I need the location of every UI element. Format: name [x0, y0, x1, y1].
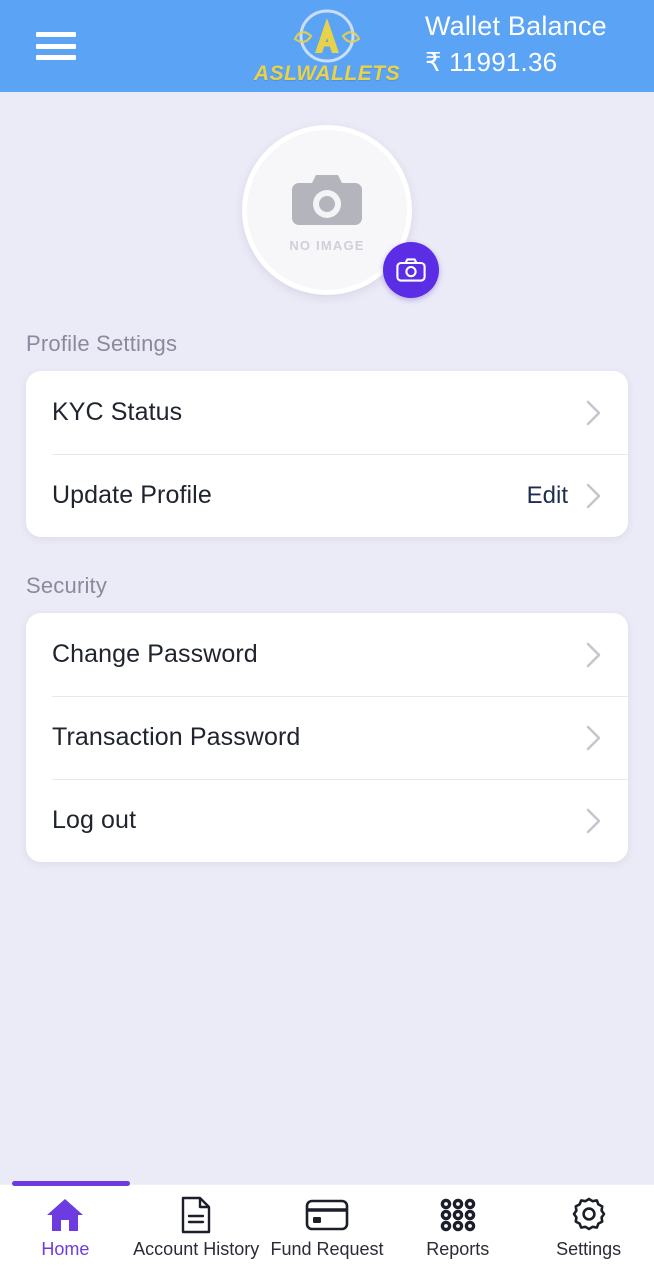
section-title-security: Security — [26, 573, 108, 598]
avatar: NO IMAGE — [242, 125, 439, 298]
nav-label: Fund Request — [270, 1239, 384, 1259]
nav-label: Home — [41, 1239, 90, 1259]
edit-link[interactable]: Edit — [527, 482, 568, 510]
avatar-placeholder-text: NO IMAGE — [289, 238, 365, 253]
camera-icon — [292, 175, 362, 225]
wallet-balance-label: Wallet Balance — [425, 11, 607, 41]
row-change-password[interactable]: Change Password — [26, 613, 628, 696]
row-label: Transaction Password — [52, 723, 301, 751]
nav-item-fund-request[interactable]: Fund Request — [262, 1185, 393, 1280]
nav-label: Settings — [556, 1239, 622, 1259]
nav-item-reports[interactable]: Reports — [392, 1185, 523, 1280]
active-tab-indicator — [12, 1181, 130, 1186]
credit-card-icon — [305, 1195, 349, 1235]
profile-settings-card: KYC Status Update Profile Edit — [26, 371, 628, 537]
nav-item-settings[interactable]: Settings — [523, 1185, 654, 1280]
grid-dots-icon — [438, 1195, 478, 1235]
chevron-right-icon — [586, 399, 602, 427]
row-transaction-password[interactable]: Transaction Password — [26, 696, 628, 779]
hamburger-bar — [36, 43, 76, 49]
main-content: NO IMAGE Profile Settings KYC Status Upd… — [0, 92, 654, 1184]
chevron-right-icon — [586, 724, 602, 752]
app-root: ASLWALLETS Wallet Balance ₹ 11991.36 NO … — [0, 0, 654, 1280]
security-card: Change Password Transaction Password Log… — [26, 613, 628, 862]
row-label: KYC Status — [52, 398, 183, 426]
logo-emblem-icon — [293, 9, 361, 62]
app-header: ASLWALLETS Wallet Balance ₹ 11991.36 — [0, 0, 654, 92]
section-title-profile-settings: Profile Settings — [26, 331, 178, 356]
camera-icon — [396, 258, 426, 282]
row-label: Change Password — [52, 640, 258, 668]
row-update-profile[interactable]: Update Profile Edit — [26, 454, 628, 537]
row-kyc-status[interactable]: KYC Status — [26, 371, 628, 454]
wallet-balance-value: ₹ 11991.36 — [425, 47, 558, 78]
nav-item-account-history[interactable]: Account History — [131, 1185, 262, 1280]
hamburger-menu-icon[interactable] — [36, 32, 76, 60]
nav-label: Reports — [426, 1239, 490, 1259]
change-photo-button[interactable] — [383, 242, 439, 298]
row-label: Update Profile — [52, 481, 212, 509]
wallet-balance: Wallet Balance ₹ 11991.36 — [425, 8, 640, 81]
home-icon — [45, 1195, 85, 1235]
gear-icon — [570, 1195, 608, 1235]
app-logo: ASLWALLETS — [242, 2, 412, 90]
avatar-section: NO IMAGE — [0, 92, 654, 298]
row-label: Log out — [52, 806, 137, 834]
row-log-out[interactable]: Log out — [26, 779, 628, 862]
nav-item-home[interactable]: Home — [0, 1185, 131, 1280]
hamburger-bar — [36, 32, 76, 37]
nav-label: Account History — [133, 1239, 260, 1259]
hamburger-bar — [36, 55, 76, 60]
chevron-right-icon — [586, 482, 602, 510]
bottom-navigation: Home Account History Fund Request Report… — [0, 1181, 654, 1280]
chevron-right-icon — [586, 641, 602, 669]
chevron-right-icon — [586, 807, 602, 835]
logo-brand-text: ASLWALLETS — [253, 61, 401, 85]
document-icon — [180, 1195, 212, 1235]
